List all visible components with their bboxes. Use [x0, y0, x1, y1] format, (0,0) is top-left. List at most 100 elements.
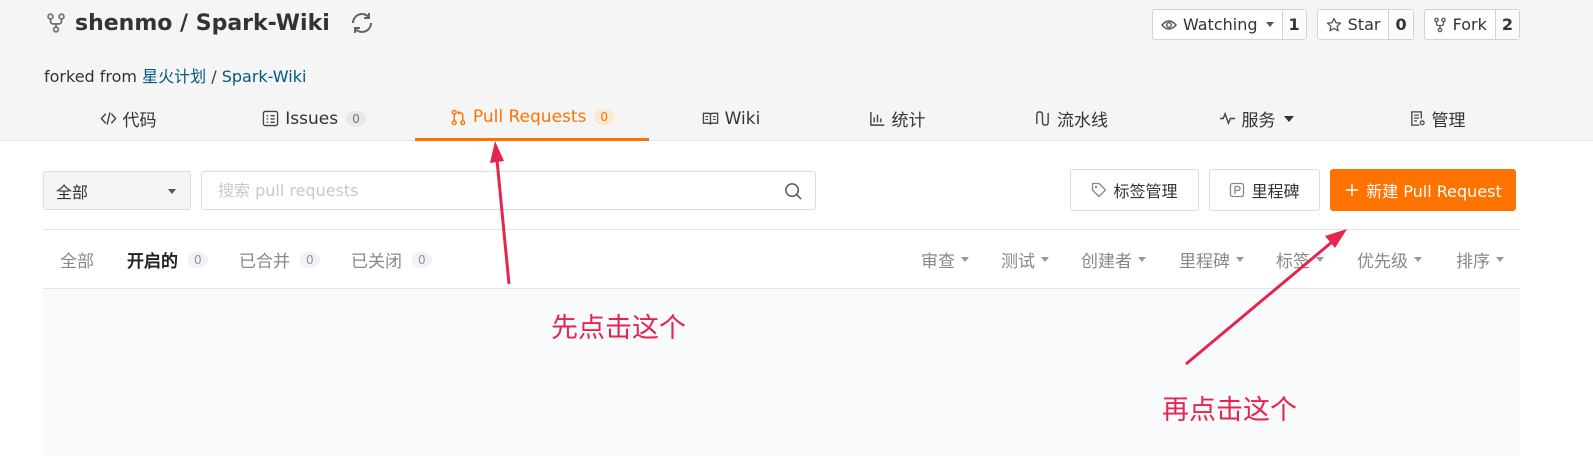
chevron-down-icon: [1041, 257, 1049, 262]
search-icon[interactable]: [784, 182, 803, 201]
document-settings-icon: [1410, 111, 1425, 126]
star-icon: [1326, 17, 1341, 31]
fork-button[interactable]: Fork 2: [1423, 9, 1520, 40]
milestone-icon: [1230, 182, 1245, 198]
state-tab-all[interactable]: 全部: [60, 230, 94, 289]
fork-small-icon: [1433, 17, 1446, 32]
watch-button-label[interactable]: Watching: [1153, 10, 1282, 39]
forked-from: forked from 星火计划 / Spark-Wiki: [44, 63, 306, 87]
tab-pipeline[interactable]: 流水线: [1031, 96, 1111, 141]
forked-repo-link[interactable]: Spark-Wiki: [222, 67, 307, 86]
filter-priority[interactable]: 优先级: [1357, 230, 1422, 289]
star-button-label[interactable]: Star: [1318, 10, 1389, 39]
new-pull-request-label: 新建 Pull Request: [1366, 182, 1502, 201]
chevron-down-icon: [1236, 257, 1244, 262]
fork-button-label[interactable]: Fork: [1425, 10, 1495, 39]
repo-actions: Watching 1 Star 0 Fork 2: [1151, 9, 1520, 40]
star-count[interactable]: 0: [1388, 10, 1413, 39]
list-empty-area: [43, 289, 1520, 456]
repo-title[interactable]: shenmo / Spark-Wiki: [75, 11, 330, 36]
filter-select-value: 全部: [56, 182, 89, 202]
tab-manage-label: 管理: [1431, 111, 1466, 131]
filter-milestone[interactable]: 里程碑: [1179, 230, 1244, 289]
tab-stats-label: 统计: [891, 111, 926, 131]
tab-issues[interactable]: Issues 0: [262, 96, 366, 141]
search-input[interactable]: [202, 172, 762, 209]
state-tab-all-label: 全部: [60, 252, 94, 272]
tab-issues-label: Issues: [285, 108, 339, 129]
filter-sort-label: 排序: [1456, 252, 1490, 272]
forked-from-prefix: forked from: [44, 67, 138, 86]
list-filter-bar: 全部 开启的 0 已合并 0 已关闭 0 审查 测试 创建者 里程碑 标签 优先…: [43, 230, 1520, 289]
labels-manage-button[interactable]: 标签管理: [1070, 169, 1199, 211]
milestones-label: 里程碑: [1251, 182, 1300, 201]
filter-sort[interactable]: 排序: [1456, 230, 1504, 289]
chevron-down-icon: [1138, 257, 1146, 262]
tab-pull-requests-label: Pull Requests: [472, 107, 587, 127]
annotation-first: 先点击这个: [551, 313, 686, 344]
milestones-button[interactable]: 里程碑: [1209, 169, 1320, 211]
tab-stats[interactable]: 统计: [866, 96, 928, 141]
tab-services[interactable]: 服务: [1214, 96, 1298, 141]
filter-test[interactable]: 测试: [1001, 230, 1049, 289]
pipeline-icon: [1036, 111, 1049, 126]
sync-icon[interactable]: [348, 9, 376, 37]
star-button[interactable]: Star 0: [1316, 9, 1414, 40]
bar-chart-icon: [869, 111, 884, 126]
tag-icon: [1092, 182, 1107, 198]
state-tab-open-label: 开启的: [127, 252, 178, 272]
filter-milestone-label: 里程碑: [1179, 252, 1230, 272]
pull-request-icon: [451, 109, 466, 125]
eye-icon: [1161, 19, 1177, 30]
chevron-down-icon: [168, 189, 176, 194]
filter-test-label: 测试: [1001, 252, 1035, 272]
repo-title-row: shenmo / Spark-Wiki: [45, 6, 376, 40]
chevron-down-icon: [1316, 257, 1324, 262]
state-tab-merged[interactable]: 已合并 0: [239, 230, 320, 289]
state-tab-closed-label: 已关闭: [351, 252, 402, 272]
chevron-down-icon: [1414, 257, 1422, 262]
new-pull-request-button[interactable]: 新建 Pull Request: [1330, 169, 1516, 211]
state-tab-closed[interactable]: 已关闭 0: [351, 230, 432, 289]
tab-wiki[interactable]: Wiki: [700, 96, 762, 141]
fork-label: Fork: [1452, 15, 1487, 34]
star-label: Star: [1347, 15, 1381, 34]
chevron-down-icon: [1496, 257, 1504, 262]
state-tab-open[interactable]: 开启的 0: [127, 230, 208, 289]
filter-author-label: 创建者: [1081, 252, 1132, 272]
pull-request-list: 全部 开启的 0 已合并 0 已关闭 0 审查 测试 创建者 里程碑 标签 优先…: [43, 229, 1520, 456]
tab-pipeline-label: 流水线: [1057, 111, 1108, 131]
watch-button[interactable]: Watching 1: [1151, 9, 1307, 40]
fork-count[interactable]: 2: [1494, 10, 1519, 39]
tab-code[interactable]: 代码: [96, 96, 160, 141]
tab-wiki-label: Wiki: [724, 108, 761, 129]
state-tab-merged-label: 已合并: [239, 252, 290, 272]
filter-label[interactable]: 标签: [1276, 230, 1324, 289]
tab-services-label: 服务: [1241, 111, 1276, 131]
search-box[interactable]: [201, 171, 816, 210]
repo-header: shenmo / Spark-Wiki forked from 星火计划 / S…: [0, 0, 1593, 141]
state-tab-merged-count: 0: [300, 251, 320, 268]
forked-separator: /: [211, 67, 217, 86]
book-icon: [702, 112, 718, 125]
chevron-down-icon: [1265, 22, 1274, 27]
filter-label-label: 标签: [1276, 252, 1310, 272]
issues-icon: [263, 110, 279, 127]
tab-code-label: 代码: [122, 111, 157, 131]
tab-pull-requests[interactable]: Pull Requests 0: [415, 96, 649, 141]
filter-select[interactable]: 全部: [43, 171, 191, 210]
filter-review[interactable]: 审查: [921, 230, 969, 289]
code-icon: [99, 112, 117, 125]
fork-icon: [47, 13, 65, 33]
tab-pull-requests-count: 0: [594, 109, 615, 125]
page: shenmo / Spark-Wiki forked from 星火计划 / S…: [0, 0, 1593, 456]
state-tab-open-count: 0: [188, 251, 208, 268]
tab-manage[interactable]: 管理: [1406, 96, 1468, 141]
forked-owner-link[interactable]: 星火计划: [142, 67, 206, 86]
annotation-second: 再点击这个: [1162, 395, 1297, 426]
filter-author[interactable]: 创建者: [1081, 230, 1146, 289]
pulse-icon: [1219, 111, 1235, 126]
chevron-down-icon: [961, 257, 969, 262]
repo-tabs: 代码 Issues 0 Pull Requests 0 Wiki 统计 流水线 …: [0, 96, 1593, 141]
watch-count[interactable]: 1: [1281, 10, 1306, 39]
